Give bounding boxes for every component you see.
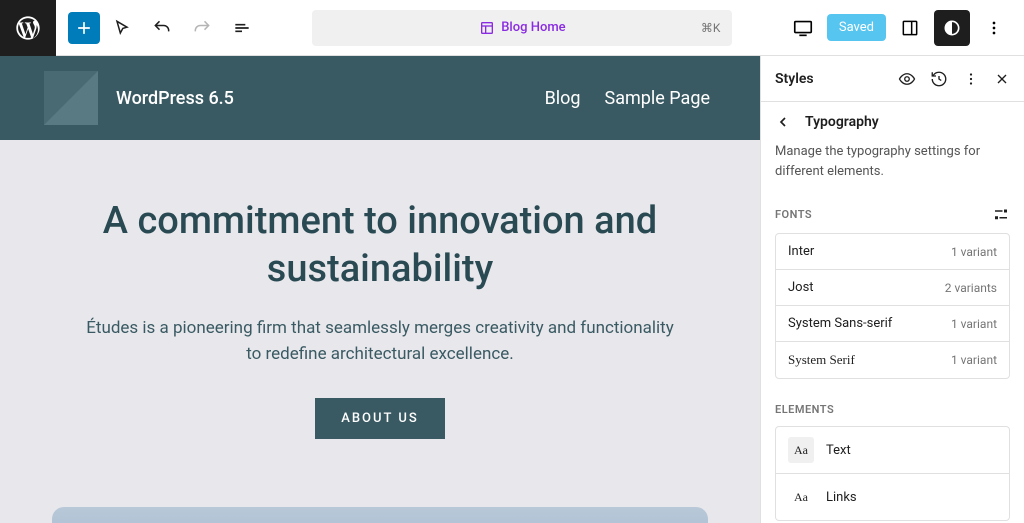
history-icon: [930, 70, 948, 88]
style-book-button[interactable]: [898, 70, 916, 88]
command-shortcut: ⌘K: [701, 21, 721, 35]
plus-icon: [74, 18, 94, 38]
element-item-text[interactable]: Aa Text: [776, 427, 1009, 474]
editor-canvas[interactable]: WordPress 6.5 Blog Sample Page A commitm…: [0, 56, 760, 523]
site-nav: Blog Sample Page: [545, 88, 710, 109]
cursor-icon: [112, 18, 132, 38]
font-item-system-sans[interactable]: System Sans-serif 1 variant: [776, 306, 1009, 342]
sidebar-title: Styles: [775, 71, 814, 87]
links-icon: Aa: [788, 484, 814, 510]
settings-sidebar-button[interactable]: [892, 10, 928, 46]
font-item-jost[interactable]: Jost 2 variants: [776, 270, 1009, 306]
more-options-button[interactable]: [976, 10, 1012, 46]
contrast-icon: [942, 18, 962, 38]
panel-nav: Typography: [761, 102, 1024, 142]
site-logo[interactable]: [44, 71, 98, 125]
site-title[interactable]: WordPress 6.5: [116, 88, 234, 109]
panel-title: Typography: [805, 114, 879, 130]
sidebar-icon: [900, 18, 920, 38]
revisions-button[interactable]: [930, 70, 948, 88]
font-item-system-serif[interactable]: System Serif 1 variant: [776, 342, 1009, 378]
nav-item-blog[interactable]: Blog: [545, 88, 581, 109]
fonts-section-header: Fonts: [761, 197, 1024, 233]
hero-paragraph[interactable]: Études is a pioneering firm that seamles…: [80, 315, 680, 368]
redo-icon: [192, 18, 212, 38]
view-button[interactable]: [785, 10, 821, 46]
sidebar-header: Styles: [761, 56, 1024, 102]
font-name: Inter: [788, 244, 814, 259]
element-label: Text: [826, 443, 851, 458]
element-list: Aa Text Aa Links: [775, 426, 1010, 521]
site-brand: WordPress 6.5: [44, 71, 234, 125]
save-button[interactable]: Saved: [827, 14, 886, 41]
desktop-icon: [792, 17, 814, 39]
back-button[interactable]: [775, 114, 791, 130]
eye-icon: [898, 70, 916, 88]
add-block-button[interactable]: [68, 12, 100, 44]
font-name: System Serif: [788, 352, 855, 368]
undo-icon: [152, 18, 172, 38]
document-overview-button[interactable]: [224, 10, 260, 46]
close-icon: [994, 71, 1010, 87]
template-icon: [479, 20, 495, 36]
undo-button[interactable]: [144, 10, 180, 46]
element-item-links[interactable]: Aa Links: [776, 474, 1009, 520]
wordpress-icon: [14, 14, 42, 42]
element-label: Links: [826, 490, 857, 505]
font-variants: 1 variant: [951, 245, 997, 259]
more-icon: [984, 18, 1004, 38]
fonts-label: Fonts: [775, 208, 812, 221]
list-icon: [232, 18, 252, 38]
elements-section-header: Elements: [761, 395, 1024, 426]
site-header[interactable]: WordPress 6.5 Blog Sample Page: [0, 56, 760, 140]
sliders-icon: [992, 205, 1010, 223]
styles-sidebar: Styles Typography Man: [760, 56, 1024, 523]
redo-button[interactable]: [184, 10, 220, 46]
font-name: Jost: [788, 280, 814, 295]
main-area: WordPress 6.5 Blog Sample Page A commitm…: [0, 56, 1024, 523]
hero-section[interactable]: A commitment to innovation and sustainab…: [0, 140, 760, 459]
toolbar-right: Saved: [773, 10, 1024, 46]
nav-item-sample[interactable]: Sample Page: [605, 88, 710, 109]
sidebar-more-button[interactable]: [962, 70, 980, 88]
template-name: Blog Home: [501, 20, 565, 35]
hero-image[interactable]: [52, 507, 708, 523]
command-bar[interactable]: Blog Home ⌘K: [312, 10, 732, 46]
font-name: System Sans-serif: [788, 316, 892, 331]
styles-button[interactable]: [934, 10, 970, 46]
font-variants: 1 variant: [951, 317, 997, 331]
chevron-left-icon: [775, 114, 791, 130]
elements-label: Elements: [775, 403, 834, 416]
command-bar-area: Blog Home ⌘K: [272, 10, 773, 46]
font-variants: 1 variant: [951, 353, 997, 367]
close-sidebar-button[interactable]: [994, 71, 1010, 87]
top-toolbar: Blog Home ⌘K Saved: [0, 0, 1024, 56]
font-settings-button[interactable]: [992, 205, 1010, 223]
font-variants: 2 variants: [945, 281, 997, 295]
about-us-button[interactable]: ABOUT US: [315, 398, 445, 439]
font-list: Inter 1 variant Jost 2 variants System S…: [775, 233, 1010, 379]
toolbar-left: [56, 10, 272, 46]
font-item-inter[interactable]: Inter 1 variant: [776, 234, 1009, 270]
wordpress-logo[interactable]: [0, 0, 56, 56]
hero-heading[interactable]: A commitment to innovation and sustainab…: [80, 198, 680, 293]
more-icon: [962, 70, 980, 88]
panel-description: Manage the typography settings for diffe…: [761, 142, 1024, 197]
text-icon: Aa: [788, 437, 814, 463]
select-tool-button[interactable]: [104, 10, 140, 46]
